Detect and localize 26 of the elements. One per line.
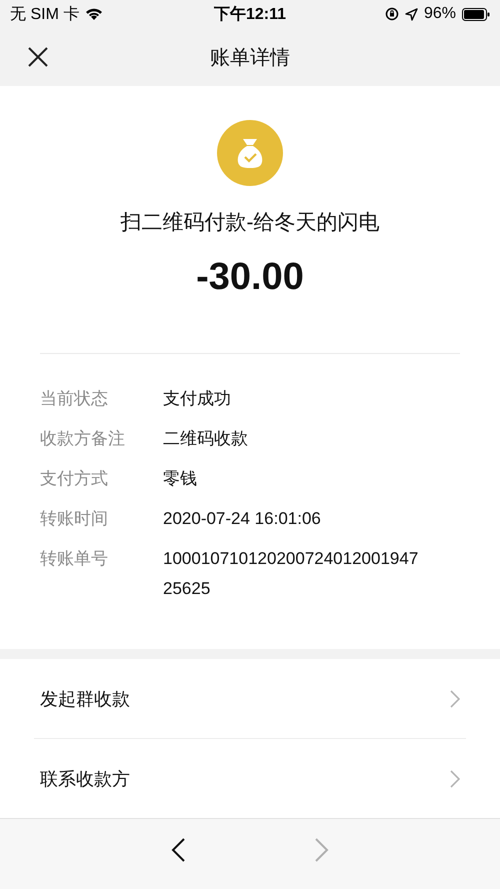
menu-item-label: 发起群收款 (40, 688, 130, 710)
location-icon (404, 8, 418, 20)
detail-value: 2020-07-24 16:01:06 (163, 508, 322, 530)
detail-label: 当前状态 (40, 388, 109, 410)
detail-value: 支付成功 (163, 388, 232, 410)
chevron-right-icon (450, 690, 460, 708)
menu-item[interactable]: 发起群收款 (0, 659, 500, 738)
battery-percent: 96% (424, 5, 456, 23)
detail-label: 收款方备注 (40, 428, 126, 450)
chevron-right-icon (450, 770, 460, 788)
battery-icon (462, 8, 490, 20)
page-title: 账单详情 (210, 46, 290, 70)
time-text: 下午12:11 (214, 4, 286, 24)
detail-value: 零钱 (163, 468, 198, 490)
detail-value: 二维码收款 (163, 428, 249, 450)
amount-text: -30.00 (196, 256, 304, 299)
menu-item-label: 联系收款方 (40, 768, 130, 790)
detail-label: 转账时间 (40, 508, 109, 530)
detail-label: 支付方式 (40, 468, 109, 490)
carrier-text: 无 SIM 卡 (10, 4, 80, 24)
payment-title: 扫二维码付款-给冬天的闪电 (120, 210, 380, 236)
detail-value: 10001071012020072401200194725625 (163, 548, 420, 600)
rotation-lock-icon (384, 7, 399, 21)
wifi-icon (85, 7, 104, 21)
menu-item[interactable]: 联系收款方 (0, 739, 500, 818)
detail-label: 转账单号 (40, 548, 109, 570)
